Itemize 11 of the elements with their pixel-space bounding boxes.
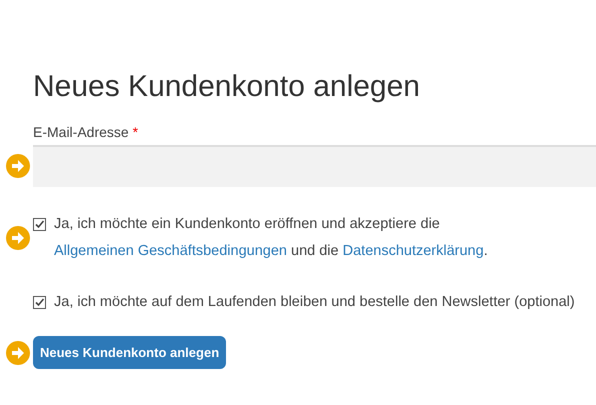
checkbox-label: Ja, ich möchte ein Kundenkonto eröffnen und akzeptiere die Allgemeinen Geschäftsbedingungen und die Datenschutzerklärung. [54,215,489,261]
checkbox[interactable] [33,218,46,231]
page-heading: Neues Kundenkonto anlegen [33,70,421,104]
link[interactable]: Allgemeinen Geschäftsbedingungen [54,243,287,259]
checkbox[interactable] [33,296,46,309]
link[interactable]: Datenschutzerklärung [342,243,484,259]
field-label: E-Mail-Adresse [33,124,129,140]
required-mark: * [132,124,138,140]
create-account-button[interactable]: Neues Kundenkonto anlegen [33,336,226,369]
email-input-field[interactable] [33,145,596,187]
checkbox-label: Ja, ich möchte auf dem Laufenden bleiben und bestelle den Newsletter (optional) [54,293,575,312]
